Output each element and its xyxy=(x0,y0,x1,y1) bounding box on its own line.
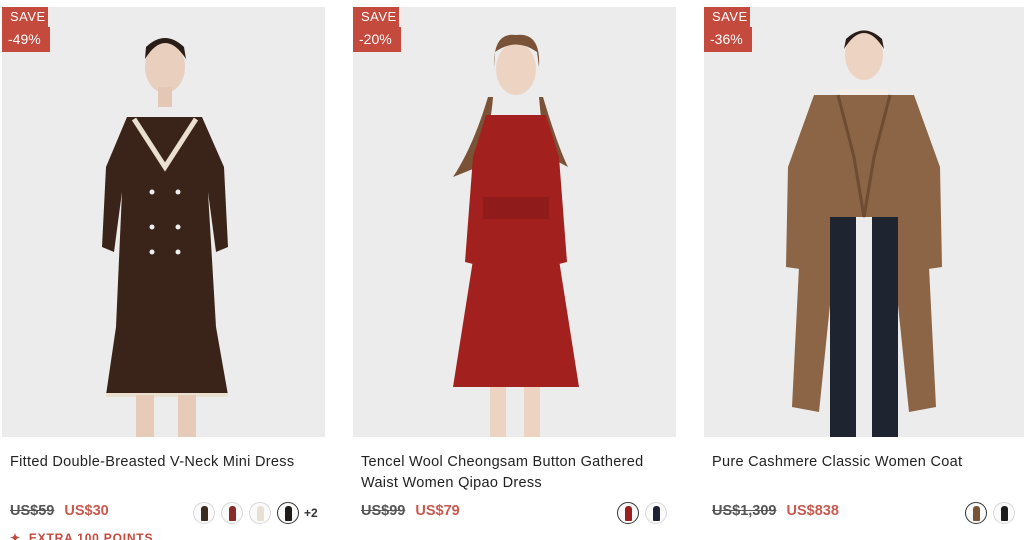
color-swatch-selected[interactable] xyxy=(617,502,639,524)
product-title[interactable]: Fitted Double-Breasted V-Neck Mini Dress xyxy=(10,452,320,473)
product-image[interactable] xyxy=(353,7,676,437)
product-photo-dress xyxy=(353,7,676,437)
swatch-dress-icon xyxy=(201,506,208,521)
price-row: US$1,309 US$838 xyxy=(712,503,839,519)
more-colors-count[interactable]: +2 xyxy=(304,506,318,520)
product-card[interactable]: SAVE -36% Pure Cashmere Classic Women Co… xyxy=(704,0,1024,540)
color-swatch[interactable] xyxy=(249,502,271,524)
save-badge: SAVE xyxy=(2,7,48,27)
product-image[interactable] xyxy=(2,7,325,437)
discount-badge: -49% xyxy=(2,27,50,52)
product-image[interactable] xyxy=(704,7,1024,437)
color-swatch[interactable] xyxy=(221,502,243,524)
original-price: US$99 xyxy=(361,503,406,519)
color-swatch-selected[interactable] xyxy=(965,502,987,524)
product-card[interactable]: SAVE -49% Fitted Double-Breasted V-Neck … xyxy=(2,0,325,540)
points-text: EXTRA 100 POINTS xyxy=(28,531,154,540)
color-swatch[interactable] xyxy=(645,502,667,524)
discount-badge: -20% xyxy=(353,27,401,52)
discount-badge: -36% xyxy=(704,27,752,52)
sale-price: US$79 xyxy=(415,503,460,519)
color-swatch-selected[interactable] xyxy=(277,502,299,524)
swatch-dress-icon xyxy=(653,506,660,521)
color-swatches xyxy=(959,501,1015,525)
product-title[interactable]: Pure Cashmere Classic Women Coat xyxy=(712,452,1022,473)
original-price: US$1,309 xyxy=(712,503,777,519)
swatch-dress-icon xyxy=(625,506,632,521)
star-icon: ✦ xyxy=(10,531,21,540)
color-swatch[interactable] xyxy=(993,502,1015,524)
product-card[interactable]: SAVE -20% Tencel Wool Cheongsam Button G… xyxy=(353,0,676,540)
price-row: US$99 US$79 xyxy=(361,503,460,519)
save-badge: SAVE xyxy=(353,7,399,27)
sale-price: US$838 xyxy=(786,503,839,519)
swatch-dress-icon xyxy=(229,506,236,521)
save-badge: SAVE xyxy=(704,7,750,27)
extra-points-label: ✦ EXTRA 100 POINTS xyxy=(10,531,153,540)
swatch-dress-icon xyxy=(285,506,292,521)
swatch-dress-icon xyxy=(257,506,264,521)
original-price: US$59 xyxy=(10,503,55,519)
swatch-coat-icon xyxy=(973,506,980,521)
swatch-coat-icon xyxy=(1001,506,1008,521)
color-swatches: +2 xyxy=(187,501,318,525)
product-photo-coat xyxy=(704,7,1024,437)
color-swatch[interactable] xyxy=(193,502,215,524)
price-row: US$59 US$30 xyxy=(10,503,109,519)
color-swatches xyxy=(611,501,667,525)
sale-price: US$30 xyxy=(64,503,109,519)
product-title[interactable]: Tencel Wool Cheongsam Button Gathered Wa… xyxy=(361,452,671,494)
product-photo-dress xyxy=(2,7,325,437)
